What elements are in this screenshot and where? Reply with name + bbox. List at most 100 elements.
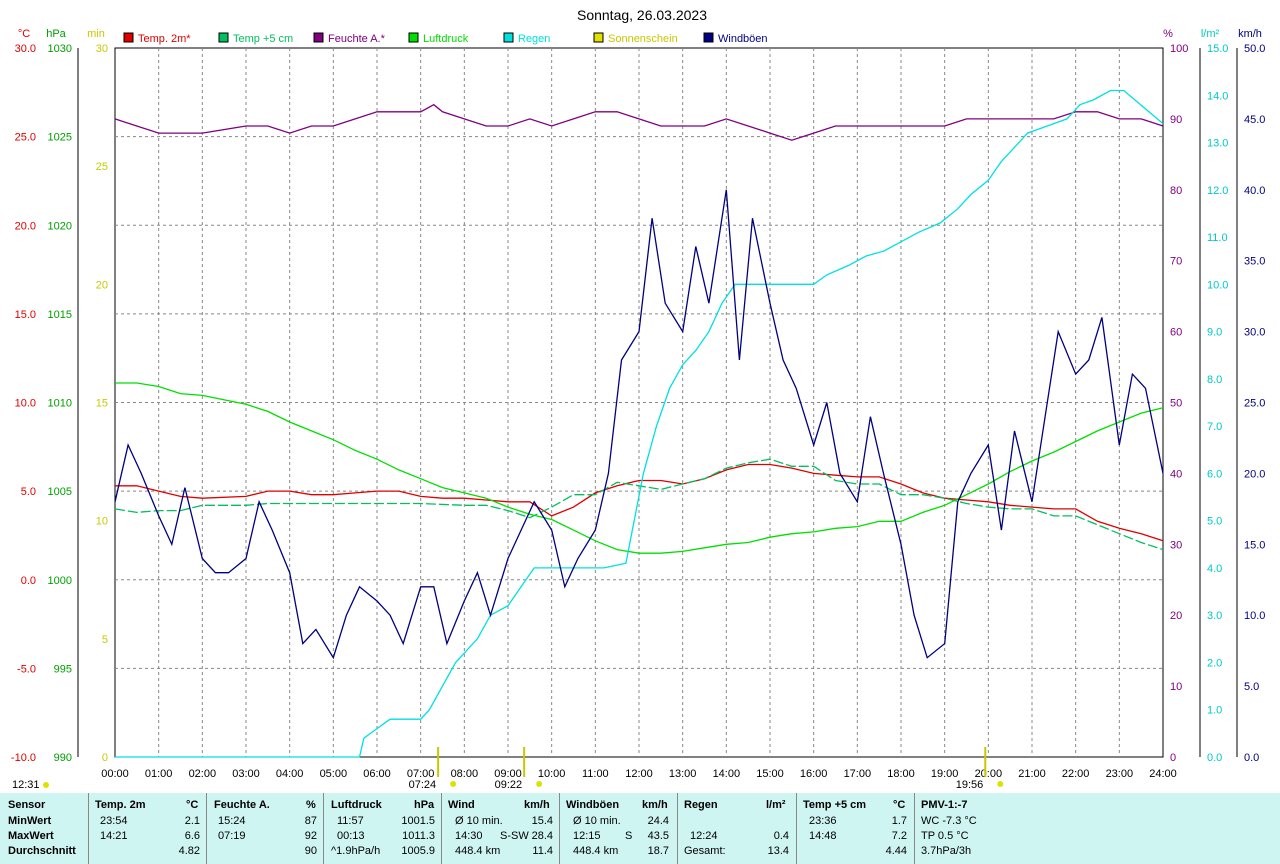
rain-axis-unit: l/m²	[1201, 28, 1220, 40]
stats-temp5cm-unit: °C	[893, 799, 906, 811]
pressure-tick-label: 995	[54, 663, 72, 675]
rain-tick-label: 6.0	[1207, 468, 1222, 480]
sun-marker-label-2: 19:56	[956, 779, 984, 791]
temp-tick-label: 20.0	[15, 220, 36, 232]
legend-label-0: Temp. 2m*	[138, 33, 191, 45]
rain-tick-label: 8.0	[1207, 374, 1222, 386]
stats-row-max-label: MaxWert	[8, 830, 54, 842]
stats-gust-avg10: 24.4	[647, 815, 669, 827]
stats-rain-header: Regen	[684, 799, 718, 811]
stats-temp2m-header: Temp. 2m	[95, 799, 146, 811]
stats-humidity-unit: %	[306, 799, 316, 811]
humidity-axis-unit: %	[1163, 28, 1173, 40]
x-tick-label-0: 00:00	[101, 768, 129, 780]
gust-axis-unit: km/h	[1238, 28, 1262, 40]
stats-rain-total-label: Gesamt:	[684, 845, 726, 857]
chart-title: Sonntag, 26.03.2023	[577, 7, 707, 23]
humidity-tick-label: 100	[1170, 43, 1188, 55]
x-tick-label-23: 23:00	[1106, 768, 1134, 780]
temp-axis-unit: °C	[18, 28, 30, 40]
gust-tick-label: 5.0	[1244, 681, 1259, 693]
x-tick-label-17: 17:00	[844, 768, 872, 780]
stats-humidity-min: 87	[304, 815, 317, 827]
stats-gust-distance: 448.4 km	[573, 845, 619, 857]
x-tick-label-19: 19:00	[931, 768, 959, 780]
stats-pmv-header: PMV-1:-7	[921, 799, 968, 811]
pressure-tick-label: 1025	[48, 132, 72, 144]
temp-tick-label: 25.0	[15, 132, 36, 144]
legend-swatch-6	[703, 32, 714, 43]
gust-tick-label: 45.0	[1244, 114, 1265, 126]
rain-tick-label: 10.0	[1207, 279, 1228, 291]
sun-marker-label-1: 09:22	[495, 779, 523, 791]
rain-tick-label: 11.0	[1207, 232, 1228, 244]
stats-temp5cm-min: 1.7	[891, 815, 907, 827]
stats-pmv-windchill: WC -7.3 °C	[921, 815, 977, 827]
stats-temp5cm-header: Temp +5 cm	[803, 799, 867, 811]
rain-tick-label: 14.0	[1207, 90, 1228, 102]
temp-tick-label: 30.0	[15, 43, 36, 55]
stats-wind-max-time: 14:30	[455, 830, 483, 842]
x-tick-label-14: 14:00	[713, 768, 741, 780]
sun-marker-icon-0	[450, 781, 457, 787]
humidity-tick-label: 0	[1170, 752, 1176, 764]
pressure-tick-label: 1030	[48, 43, 72, 55]
gust-tick-label: 40.0	[1244, 185, 1265, 197]
rain-tick-label: 4.0	[1207, 563, 1222, 575]
stats-temp2m-min-time: 23:54	[100, 815, 128, 827]
legend-swatch-0	[123, 32, 134, 43]
stats-gust-max-time: 12:15	[573, 830, 601, 842]
sun-tick-label: 15	[96, 398, 108, 410]
rain-tick-label: 5.0	[1207, 516, 1222, 528]
temp-tick-label: 5.0	[21, 486, 36, 498]
stats-pressure-unit: hPa	[414, 799, 435, 811]
x-tick-label-24: 24:00	[1149, 768, 1177, 780]
stats-table: Sensor MinWert MaxWert Durchschnitt Temp…	[0, 793, 1280, 864]
pressure-tick-label: 990	[54, 752, 72, 764]
stats-gust-unit: km/h	[642, 799, 668, 811]
x-tick-label-16: 16:00	[800, 768, 828, 780]
rain-tick-label: 13.0	[1207, 138, 1228, 150]
stats-wind-unit: km/h	[524, 799, 550, 811]
gust-tick-label: 50.0	[1244, 43, 1265, 55]
sun-tick-label: 30	[96, 43, 108, 55]
temp-tick-label: 15.0	[15, 309, 36, 321]
sun-tick-label: 10	[96, 516, 108, 528]
x-tick-label-1: 01:00	[145, 768, 173, 780]
temp-tick-label: 0.0	[21, 575, 36, 587]
stats-temp2m-max-time: 14:21	[100, 830, 128, 842]
stats-pressure-trend: ^1.9hPa/h	[331, 845, 381, 857]
stats-gust-avg10-label: Ø 10 min.	[573, 815, 621, 827]
x-tick-label-11: 11:00	[582, 768, 609, 780]
humidity-tick-label: 20	[1170, 610, 1182, 622]
gust-tick-label: 35.0	[1244, 256, 1265, 268]
stats-gust-max-dir: S	[625, 830, 633, 842]
stats-temp2m-max: 6.6	[184, 830, 200, 842]
rain-tick-label: 3.0	[1207, 610, 1222, 622]
rain-tick-label: 7.0	[1207, 421, 1222, 433]
rain-tick-label: 1.0	[1207, 705, 1222, 717]
rain-tick-label: 2.0	[1207, 657, 1222, 669]
stats-temp2m-min: 2.1	[184, 815, 200, 827]
temp-tick-label: -10.0	[11, 752, 36, 764]
humidity-tick-label: 60	[1170, 327, 1182, 339]
pressure-tick-label: 1000	[48, 575, 72, 587]
legend-swatch-3	[408, 32, 419, 43]
x-tick-label-2: 02:00	[189, 768, 217, 780]
stats-humidity-max: 92	[304, 830, 317, 842]
stats-humidity-avg: 90	[304, 845, 317, 857]
stats-sensor-header: Sensor	[8, 799, 46, 811]
gust-tick-label: 0.0	[1244, 752, 1259, 764]
stats-gust-avg: 18.7	[647, 845, 669, 857]
sun-marker-label-0: 07:24	[409, 779, 437, 791]
stats-wind-distance: 448.4 km	[455, 845, 501, 857]
x-tick-label-4: 04:00	[276, 768, 304, 780]
x-tick-label-22: 22:00	[1062, 768, 1090, 780]
legend-label-5: Sonnenschein	[608, 33, 678, 45]
stats-temp5cm-max: 7.2	[891, 830, 907, 842]
stats-temp5cm-avg: 4.44	[885, 845, 907, 857]
x-tick-label-3: 03:00	[232, 768, 260, 780]
x-tick-label-18: 18:00	[887, 768, 915, 780]
stats-gust-header: Windböen	[566, 799, 620, 811]
stats-temp2m-avg: 4.82	[178, 845, 200, 857]
